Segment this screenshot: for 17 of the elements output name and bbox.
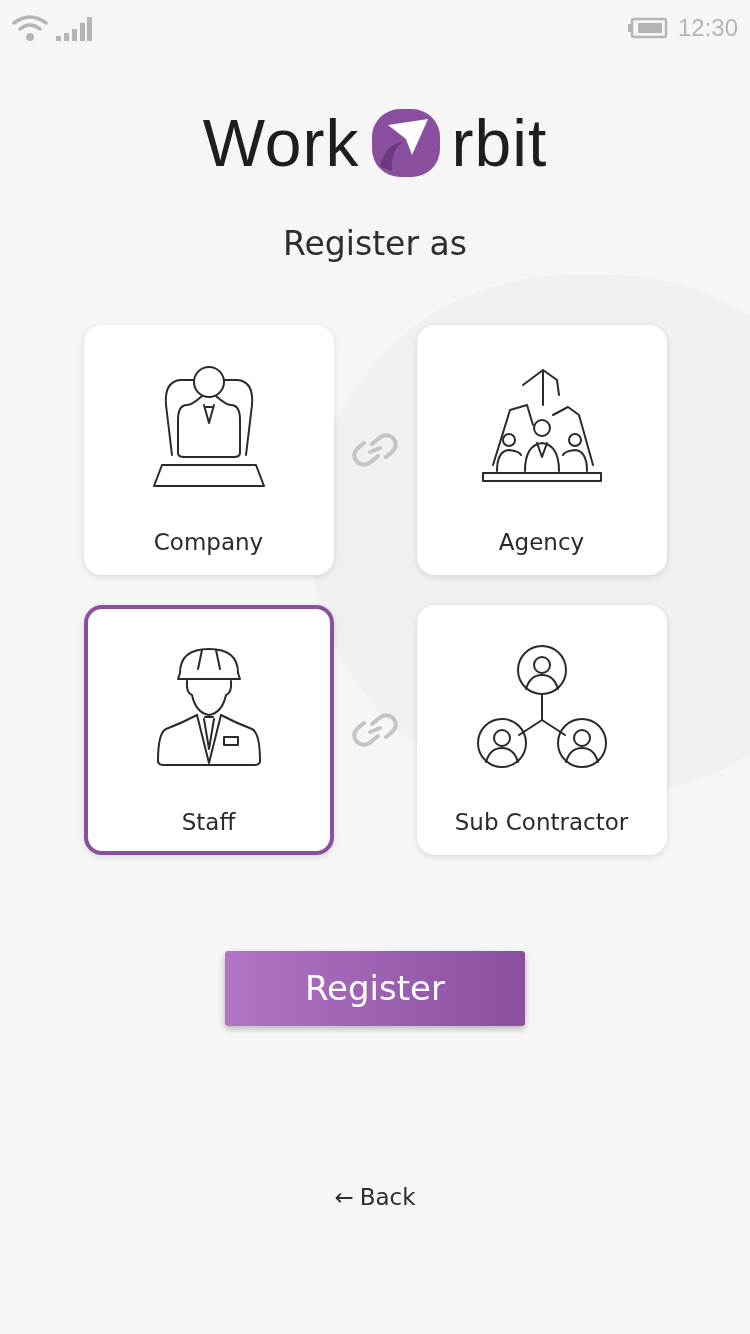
- page-heading: Register as: [283, 223, 467, 265]
- logo-text: Work: [202, 110, 360, 176]
- role-card[interactable]: Staff: [83, 604, 334, 855]
- role-card[interactable]: Company: [83, 324, 334, 575]
- status-time: 12:30: [677, 12, 738, 43]
- role-card[interactable]: Agency: [416, 324, 667, 575]
- role-card[interactable]: Sub Contractor: [416, 604, 667, 855]
- role-label: Company: [153, 527, 264, 557]
- back-link[interactable]: ← Back: [334, 1179, 416, 1214]
- role-label: Sub Contractor: [454, 807, 629, 837]
- wifi-icon: [12, 13, 48, 42]
- role-label: Staff: [181, 807, 236, 837]
- logo-text: rbit: [451, 110, 548, 176]
- battery-icon: [627, 16, 668, 39]
- register-button[interactable]: Register: [225, 950, 525, 1026]
- role-label: Agency: [498, 527, 585, 557]
- signal-icon: [56, 15, 92, 42]
